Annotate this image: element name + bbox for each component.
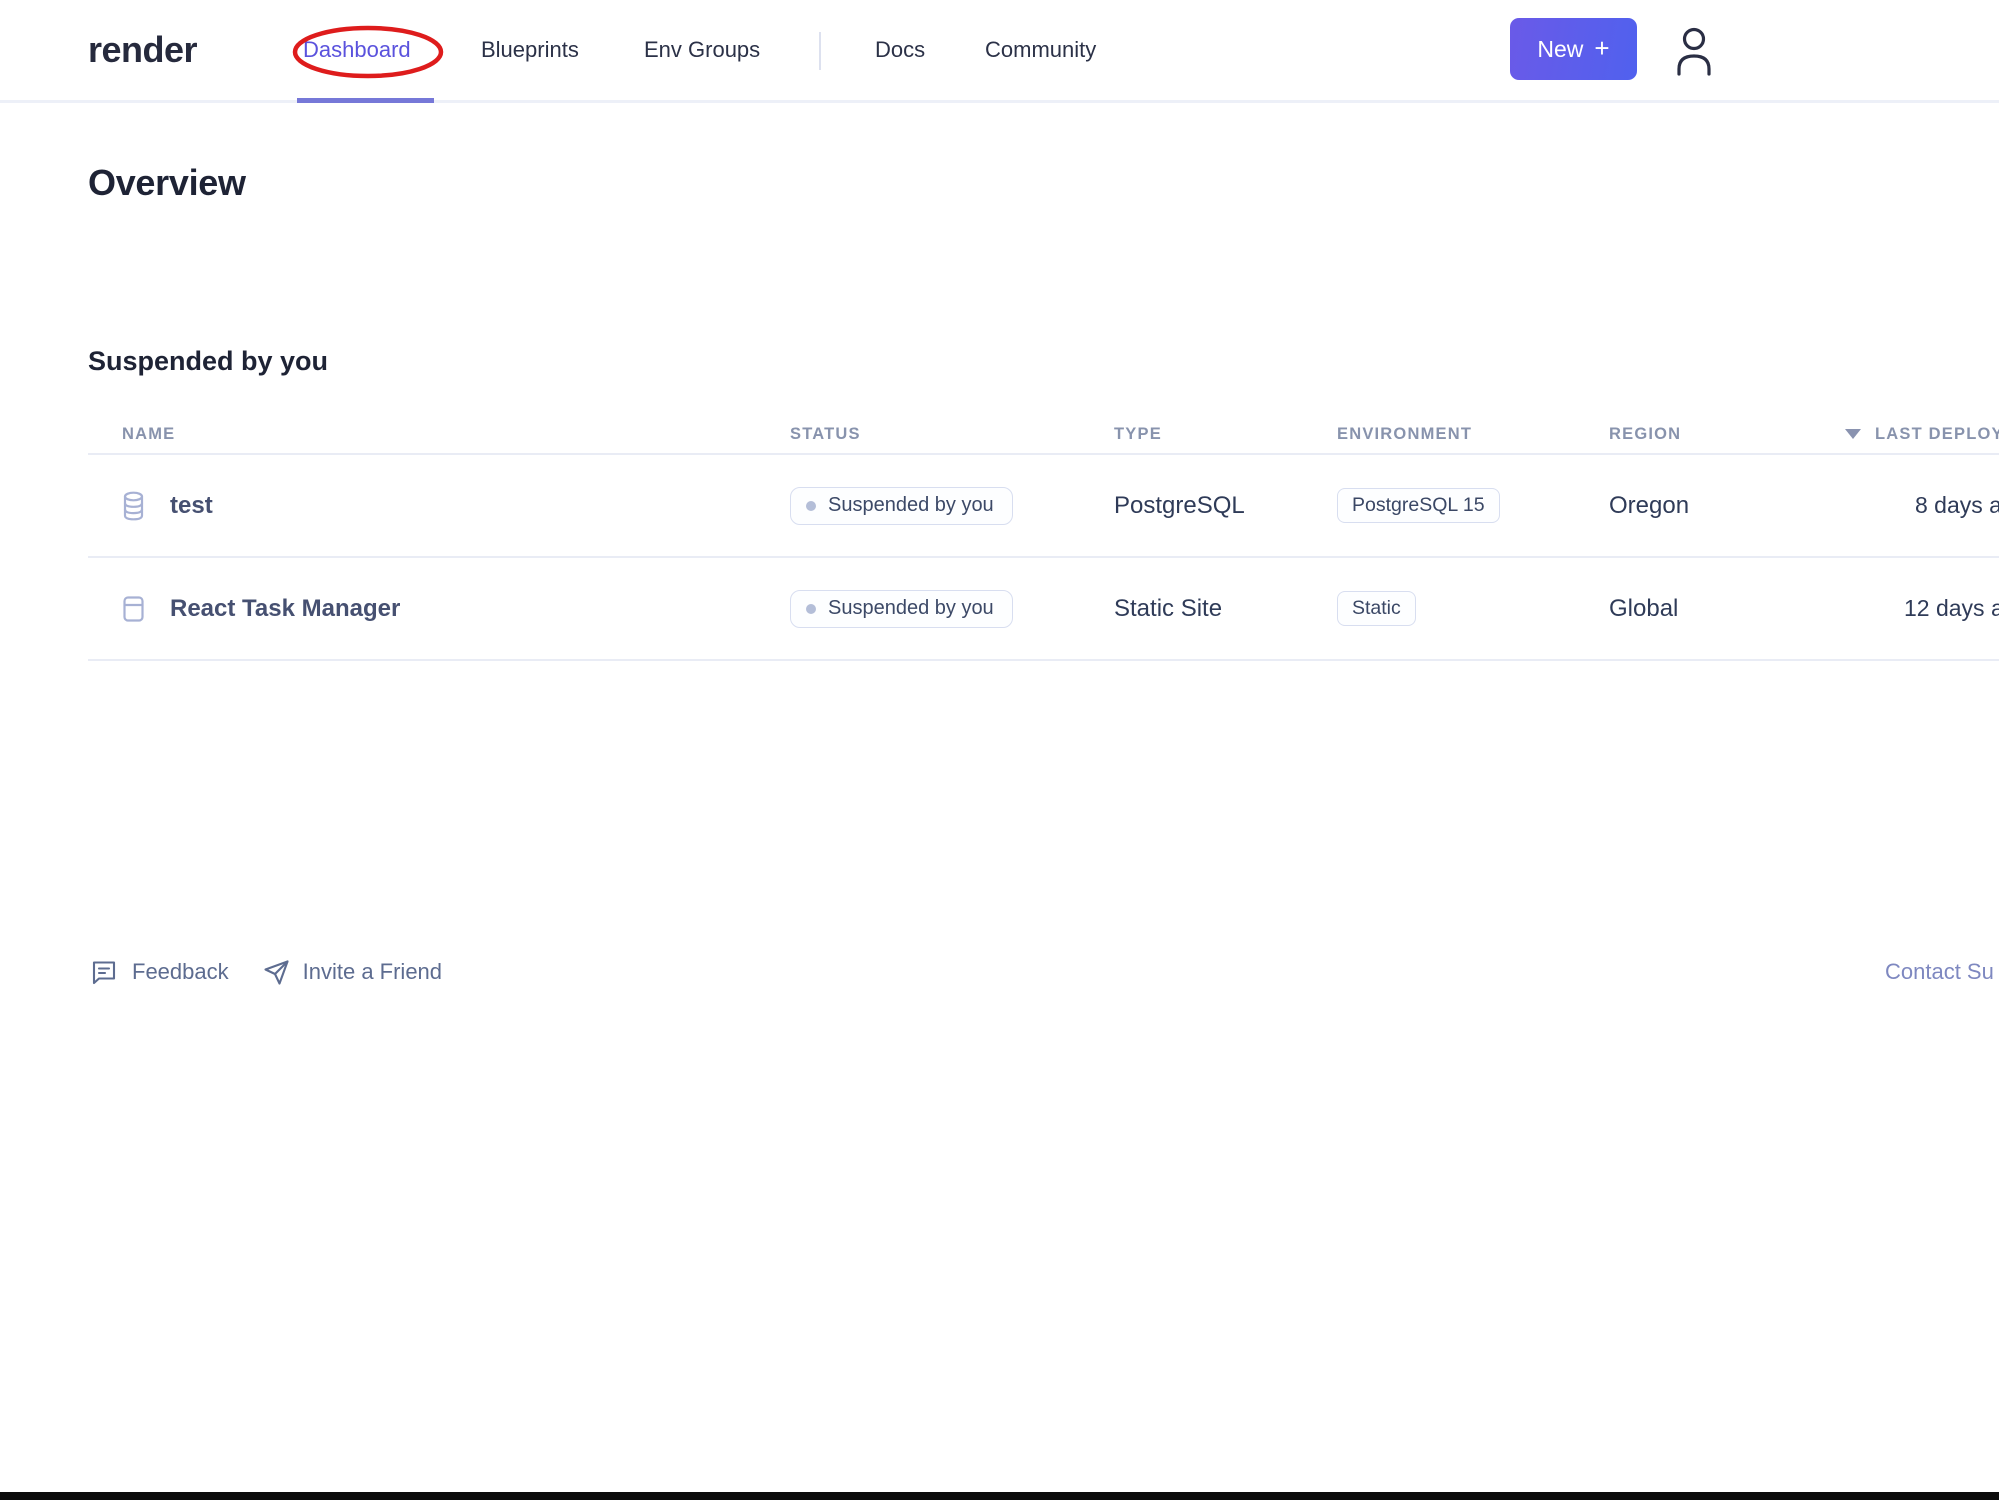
type-cell: PostgreSQL <box>1114 491 1245 519</box>
top-nav-bar: render Dashboard Blueprints Env Groups D… <box>0 0 1999 103</box>
column-header-region[interactable]: REGION <box>1609 415 1681 453</box>
render-logo[interactable]: render <box>88 0 198 100</box>
column-header-environment[interactable]: ENVIRONMENT <box>1337 415 1472 453</box>
status-dot-icon <box>806 603 816 614</box>
static-site-icon <box>122 595 145 623</box>
status-badge: Suspended by you <box>790 589 1013 628</box>
environment-cell: PostgreSQL 15 <box>1337 455 1500 556</box>
environment-cell: Static <box>1337 558 1416 659</box>
contact-support-link[interactable]: Contact Su <box>1885 948 1994 996</box>
last-deploy-cell: 8 days a <box>1915 492 1999 518</box>
active-tab-underline <box>297 98 434 103</box>
nav-item-dashboard[interactable]: Dashboard <box>303 0 411 100</box>
type-cell: Static Site <box>1114 594 1223 622</box>
region-cell: Oregon <box>1609 491 1690 519</box>
new-button-label: New <box>1537 35 1584 62</box>
plus-icon: + <box>1594 32 1610 63</box>
feedback-bubble-icon <box>90 958 118 986</box>
footer: Feedback Invite a Friend <box>90 948 442 996</box>
column-header-name[interactable]: NAME <box>122 415 175 453</box>
table-row[interactable]: React Task Manager Suspended by you Stat… <box>88 558 1999 661</box>
column-header-type[interactable]: TYPE <box>1114 415 1162 453</box>
table-header-row: NAME STATUS TYPE ENVIRONMENT REGION LAST… <box>88 415 1999 455</box>
name-cell: React Task Manager <box>122 558 400 659</box>
invite-friend-link[interactable]: Invite a Friend <box>263 959 442 986</box>
service-name-link[interactable]: React Task Manager <box>170 595 400 623</box>
region-cell: Global <box>1609 594 1679 622</box>
service-name-link[interactable]: test <box>170 492 213 520</box>
render-dashboard-page: render Dashboard Blueprints Env Groups D… <box>0 0 1999 1500</box>
status-badge: Suspended by you <box>790 486 1013 525</box>
sort-caret-icon <box>1845 429 1861 439</box>
nav-item-community[interactable]: Community <box>985 0 1096 100</box>
nav-item-env-groups[interactable]: Env Groups <box>644 0 760 100</box>
nav-item-docs[interactable]: Docs <box>875 0 925 100</box>
bottom-black-bar <box>0 1492 1999 1500</box>
last-deploy-cell: 12 days a <box>1904 595 1999 621</box>
paper-plane-icon <box>263 959 290 986</box>
user-menu-button[interactable] <box>1666 22 1722 80</box>
environment-badge: PostgreSQL 15 <box>1337 488 1500 523</box>
name-cell: test <box>122 455 213 556</box>
section-title: Suspended by you <box>88 346 329 376</box>
page-title: Overview <box>88 162 246 203</box>
status-dot-icon <box>806 500 816 511</box>
column-header-status[interactable]: STATUS <box>790 415 861 453</box>
database-icon <box>122 491 145 521</box>
nav-divider <box>819 32 821 70</box>
services-table: NAME STATUS TYPE ENVIRONMENT REGION LAST… <box>88 415 1999 661</box>
environment-badge: Static <box>1337 591 1416 626</box>
table-row[interactable]: test Suspended by you PostgreSQL Postgre… <box>88 455 1999 558</box>
person-icon <box>1677 27 1711 76</box>
status-cell: Suspended by you <box>790 558 1013 659</box>
feedback-link[interactable]: Feedback <box>90 958 229 986</box>
new-button[interactable]: New + <box>1510 18 1637 80</box>
nav-item-blueprints[interactable]: Blueprints <box>481 0 579 100</box>
column-header-last-deploy[interactable]: LAST DEPLOY <box>1845 415 1999 453</box>
status-cell: Suspended by you <box>790 455 1013 556</box>
